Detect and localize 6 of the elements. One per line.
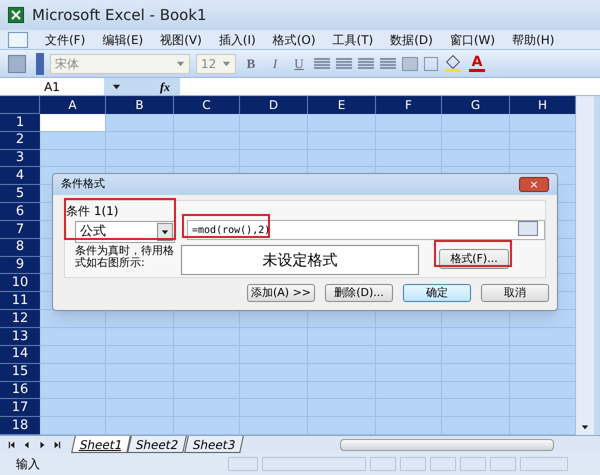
preview-label: 条件为真时，待用格式如右图所示: (75, 245, 175, 269)
format-preview: 未设定格式 (181, 245, 419, 275)
status-text: 输入 (16, 456, 40, 473)
window-title: Microsoft Excel - Book1 (32, 4, 207, 26)
dialog-title: 条件格式 (61, 176, 105, 192)
condition-label: 条件 1(1) (66, 203, 118, 219)
